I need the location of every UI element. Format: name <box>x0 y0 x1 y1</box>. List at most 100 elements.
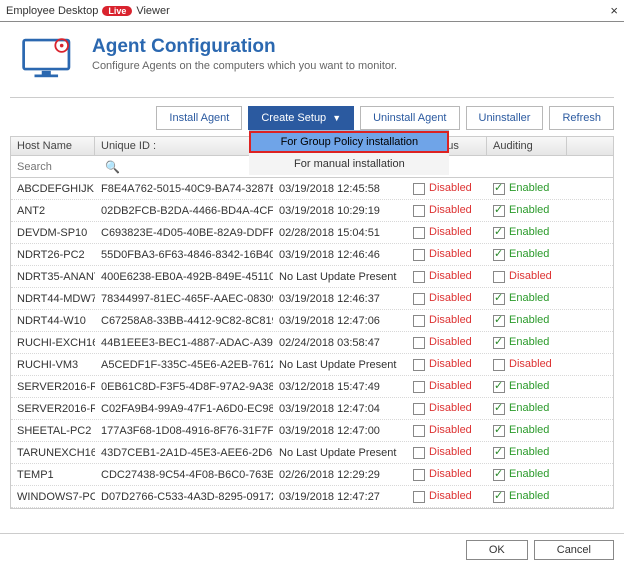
dropdown-group-policy[interactable]: For Group Policy installation <box>249 131 449 153</box>
aud-status: Enabled <box>509 424 549 436</box>
cell-uid: D07D2766-C533-4A3D-8295-0917201… <box>95 491 273 503</box>
jp-checkbox[interactable] <box>413 249 425 261</box>
cell-jp: Disabled <box>407 226 487 238</box>
jp-status: Disabled <box>429 402 472 414</box>
jp-checkbox[interactable] <box>413 469 425 481</box>
cell-last: No Last Update Present <box>273 271 407 283</box>
search-input[interactable] <box>11 159 101 175</box>
aud-status: Enabled <box>509 226 549 238</box>
table-row[interactable]: NDRT35-ANANT400E6238-EB0A-492B-849E-4511… <box>11 266 613 288</box>
aud-checkbox[interactable] <box>493 315 505 327</box>
jp-checkbox[interactable] <box>413 293 425 305</box>
cell-aud: Enabled <box>487 380 567 392</box>
jp-checkbox[interactable] <box>413 227 425 239</box>
jp-status: Disabled <box>429 182 472 194</box>
title-prefix: Employee Desktop <box>6 5 98 17</box>
jp-checkbox[interactable] <box>413 403 425 415</box>
aud-checkbox[interactable] <box>493 381 505 393</box>
table-row[interactable]: NDRT44-W10C67258A8-33BB-4412-9C82-8C8193… <box>11 310 613 332</box>
toolbar: Install Agent Create Setup ▼ For Group P… <box>0 98 624 136</box>
aud-status: Enabled <box>509 336 549 348</box>
cell-aud: Disabled <box>487 270 567 282</box>
jp-checkbox[interactable] <box>413 205 425 217</box>
aud-checkbox[interactable] <box>493 205 505 217</box>
uninstaller-button[interactable]: Uninstaller <box>466 106 544 130</box>
cell-host: WINDOWS7-PC <box>11 491 95 503</box>
aud-checkbox[interactable] <box>493 359 505 371</box>
col-host[interactable]: Host Name <box>11 137 95 155</box>
cell-aud: Enabled <box>487 424 567 436</box>
table-row[interactable]: RUCHI-EXCH1644B1EEE3-BEC1-4887-ADAC-A391… <box>11 332 613 354</box>
refresh-button[interactable]: Refresh <box>549 106 614 130</box>
aud-status: Enabled <box>509 380 549 392</box>
cell-jp: Disabled <box>407 270 487 282</box>
table-row[interactable]: TEMP1CDC27438-9C54-4F08-B6C0-763ED18…02/… <box>11 464 613 486</box>
cell-host: NDRT44-MDW7 <box>11 293 95 305</box>
col-aud[interactable]: Auditing <box>487 137 567 155</box>
install-agent-button[interactable]: Install Agent <box>156 106 242 130</box>
jp-checkbox[interactable] <box>413 271 425 283</box>
table-row[interactable]: ANT202DB2FCB-B2DA-4466-BD4A-4CF586…03/19… <box>11 200 613 222</box>
jp-checkbox[interactable] <box>413 183 425 195</box>
aud-checkbox[interactable] <box>493 403 505 415</box>
title-suffix: Viewer <box>136 5 169 17</box>
table-row[interactable]: NDRT26-PC255D0FBA3-6F63-4846-8342-16B40C… <box>11 244 613 266</box>
jp-checkbox[interactable] <box>413 315 425 327</box>
jp-status: Disabled <box>429 358 472 370</box>
cell-last: No Last Update Present <box>273 447 407 459</box>
cell-jp: Disabled <box>407 314 487 326</box>
search-icon[interactable]: 🔍 <box>101 160 124 174</box>
aud-status: Enabled <box>509 402 549 414</box>
table-row[interactable]: WINDOWS7-PCD07D2766-C533-4A3D-8295-09172… <box>11 486 613 508</box>
jp-checkbox[interactable] <box>413 359 425 371</box>
footer: OK Cancel <box>0 533 624 566</box>
create-setup-button[interactable]: Create Setup ▼ For Group Policy installa… <box>248 106 354 130</box>
table-row[interactable]: TARUNEXCH1643D7CEB1-2A1D-45E3-AEE6-2D65B… <box>11 442 613 464</box>
table-row[interactable]: SERVER2016-R20EB61C8D-F3F5-4D8F-97A2-9A3… <box>11 376 613 398</box>
aud-checkbox[interactable] <box>493 447 505 459</box>
table-row[interactable]: RUCHI-VM3A5CEDF1F-335C-45E6-A2EB-76127E3… <box>11 354 613 376</box>
aud-checkbox[interactable] <box>493 183 505 195</box>
chevron-down-icon: ▼ <box>332 113 341 123</box>
cell-last: 03/19/2018 12:47:04 <box>273 403 407 415</box>
cell-host: NDRT44-W10 <box>11 315 95 327</box>
cell-jp: Disabled <box>407 402 487 414</box>
jp-status: Disabled <box>429 446 472 458</box>
jp-checkbox[interactable] <box>413 491 425 503</box>
ok-button[interactable]: OK <box>466 540 528 560</box>
aud-checkbox[interactable] <box>493 425 505 437</box>
dropdown-manual[interactable]: For manual installation <box>249 153 449 175</box>
aud-checkbox[interactable] <box>493 337 505 349</box>
table-row[interactable]: DEVDM-SP10C693823E-4D05-40BE-82A9-DDFF31… <box>11 222 613 244</box>
jp-checkbox[interactable] <box>413 337 425 349</box>
aud-checkbox[interactable] <box>493 271 505 283</box>
col-uid[interactable]: Unique ID : <box>95 137 273 155</box>
jp-checkbox[interactable] <box>413 425 425 437</box>
uninstall-agent-button[interactable]: Uninstall Agent <box>360 106 459 130</box>
cancel-button[interactable]: Cancel <box>534 540 614 560</box>
aud-status: Enabled <box>509 204 549 216</box>
cell-host: SERVER2016-R2 <box>11 403 95 415</box>
cell-uid: 78344997-81EC-465F-AAEC-0830980… <box>95 293 273 305</box>
jp-status: Disabled <box>429 314 472 326</box>
cell-aud: Enabled <box>487 204 567 216</box>
cell-host: TARUNEXCH16 <box>11 447 95 459</box>
cell-aud: Enabled <box>487 226 567 238</box>
aud-checkbox[interactable] <box>493 249 505 261</box>
cell-uid: 43D7CEB1-2A1D-45E3-AEE6-2D65B9… <box>95 447 273 459</box>
aud-checkbox[interactable] <box>493 469 505 481</box>
table-row[interactable]: SERVER2016-R2C02FA9B4-99A9-47F1-A6D0-EC9… <box>11 398 613 420</box>
cell-host: TEMP1 <box>11 469 95 481</box>
jp-status: Disabled <box>429 380 472 392</box>
aud-checkbox[interactable] <box>493 491 505 503</box>
jp-checkbox[interactable] <box>413 381 425 393</box>
cell-last: No Last Update Present <box>273 359 407 371</box>
cell-aud: Enabled <box>487 446 567 458</box>
table-row[interactable]: SHEETAL-PC2177A3F68-1D08-4916-8F76-31F7F… <box>11 420 613 442</box>
jp-checkbox[interactable] <box>413 447 425 459</box>
aud-checkbox[interactable] <box>493 293 505 305</box>
table-row[interactable]: NDRT44-MDW778344997-81EC-465F-AAEC-08309… <box>11 288 613 310</box>
close-icon[interactable]: × <box>610 3 618 18</box>
aud-checkbox[interactable] <box>493 227 505 239</box>
table-row[interactable]: ABCDEFGHIJKF8E4A762-5015-40C9-BA74-3287B… <box>11 178 613 200</box>
